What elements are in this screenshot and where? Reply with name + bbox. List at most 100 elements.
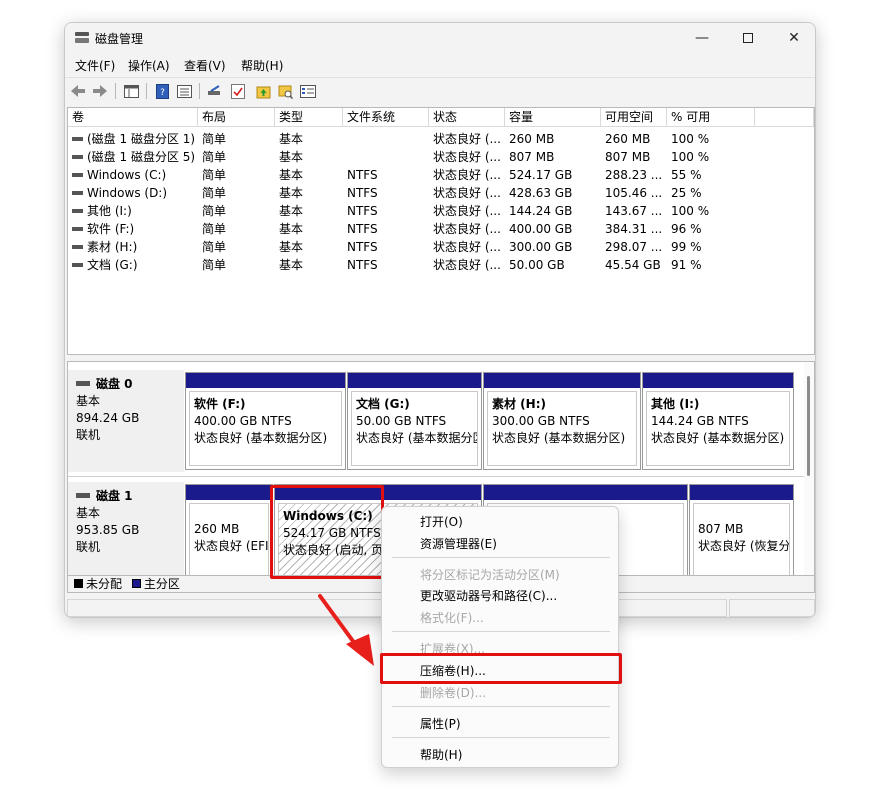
table-row[interactable]: Windows (C:) 简单 基本 NTFS 状态良好 (... 524.17… — [68, 166, 814, 184]
menu-bar: 文件(F) 操作(A) 查看(V) 帮助(H) — [65, 53, 815, 75]
forward-arrow-icon[interactable] — [91, 82, 109, 100]
table-cell: 简单 — [202, 222, 227, 236]
partition-g[interactable]: 文档 (G:) 50.00 GB NTFS 状态良好 (基本数据分区) — [347, 372, 482, 470]
table-cell: 简单 — [202, 132, 227, 146]
legend-unallocated: 未分配 — [86, 577, 123, 591]
table-row[interactable]: (磁盘 1 磁盘分区 5) 简单 基本 状态良好 (... 807 MB 807… — [68, 148, 814, 166]
menu-item-explorer[interactable]: 资源管理器(E) — [420, 535, 497, 552]
table-row[interactable]: (磁盘 1 磁盘分区 1) 简单 基本 状态良好 (... 260 MB 260… — [68, 130, 814, 148]
partition-recovery[interactable]: 807 MB 状态良好 (恢复分 — [689, 484, 794, 576]
partition-i[interactable]: 其他 (I:) 144.24 GB NTFS 状态良好 (基本数据分区) — [642, 372, 794, 470]
table-cell — [347, 148, 427, 166]
table-cell: (磁盘 1 磁盘分区 1) — [87, 132, 196, 146]
partition-size: 260 MB — [194, 522, 240, 536]
maximize-button[interactable] — [725, 23, 771, 53]
toolbar-separator — [115, 83, 116, 99]
partition-status: 状态良好 (基本数据分区) — [194, 431, 328, 445]
menu-item-mark-active[interactable]: 将分区标记为活动分区(M) — [420, 566, 560, 583]
highlight-shrink-volume — [380, 653, 622, 684]
partition-efi[interactable]: 260 MB 状态良好 (EFI — [185, 484, 273, 576]
table-cell: 288.23 ... — [605, 168, 663, 182]
vertical-scrollbar[interactable] — [804, 362, 814, 576]
table-cell: 基本 — [279, 168, 304, 182]
scrollbar-thumb[interactable] — [807, 376, 810, 476]
table-row[interactable]: 其他 (I:) 简单 基本 NTFS 状态良好 (... 144.24 GB 1… — [68, 202, 814, 220]
table-row[interactable]: 文档 (G:) 简单 基本 NTFS 状态良好 (... 50.00 GB 45… — [68, 256, 814, 274]
table-cell: 143.67 ... — [605, 204, 663, 218]
table-cell: 105.46 ... — [605, 186, 663, 200]
menu-item-delete-volume[interactable]: 删除卷(D)... — [420, 684, 486, 701]
volume-icon — [72, 208, 83, 213]
menu-view[interactable]: 查看(V) — [184, 57, 226, 74]
volume-list: 卷 布局 类型 文件系统 状态 容量 可用空间 % 可用 (磁盘 1 磁盘分区 … — [67, 107, 815, 355]
column-header-volume[interactable]: 卷 — [68, 108, 198, 127]
table-cell: 298.07 ... — [605, 240, 663, 254]
folder-up-icon[interactable] — [254, 82, 272, 100]
table-cell: 文档 (G:) — [87, 258, 138, 272]
checklist-icon[interactable] — [229, 82, 247, 100]
menu-item-properties[interactable]: 属性(P) — [420, 715, 461, 732]
menu-item-format[interactable]: 格式化(F)... — [420, 609, 484, 626]
table-cell: 基本 — [279, 258, 304, 272]
table-cell: 状态良好 (... — [433, 240, 501, 254]
partition-bar — [186, 485, 272, 500]
window-title: 磁盘管理 — [95, 32, 144, 46]
help-book-icon[interactable]: ? — [153, 82, 171, 100]
table-cell: 简单 — [202, 240, 227, 254]
partition-status: 状态良好 (恢复分 — [698, 539, 790, 553]
column-header-status[interactable]: 状态 — [429, 108, 505, 127]
column-header-filesystem[interactable]: 文件系统 — [343, 108, 429, 127]
minimize-button[interactable]: — — [679, 23, 725, 53]
disk-name: 磁盘 0 — [96, 377, 133, 391]
column-header-layout[interactable]: 布局 — [198, 108, 275, 127]
table-cell: 状态良好 (... — [433, 204, 501, 218]
disk-0-label[interactable]: 磁盘 0 基本 894.24 GB 联机 — [68, 370, 184, 472]
table-cell: Windows (D:) — [87, 186, 168, 200]
menu-separator — [392, 706, 610, 707]
details-pane-icon[interactable] — [299, 82, 317, 100]
volume-icon — [72, 244, 83, 249]
table-cell: 其他 (I:) — [87, 204, 132, 218]
column-header-filler — [755, 108, 814, 127]
menu-file[interactable]: 文件(F) — [75, 57, 115, 74]
table-row[interactable]: 素材 (H:) 简单 基本 NTFS 状态良好 (... 300.00 GB 2… — [68, 238, 814, 256]
context-menu: 打开(O) 资源管理器(E) 将分区标记为活动分区(M) 更改驱动器号和路径(C… — [381, 506, 619, 768]
title-bar[interactable]: 磁盘管理 — ✕ — [65, 23, 815, 53]
column-header-free-space[interactable]: 可用空间 — [601, 108, 667, 127]
partition-bar — [348, 373, 481, 388]
primary-swatch — [131, 579, 141, 588]
disk-size: 894.24 GB — [76, 411, 140, 425]
partition-h[interactable]: 素材 (H:) 300.00 GB NTFS 状态良好 (基本数据分区) — [483, 372, 641, 470]
menu-item-change-drive-letter[interactable]: 更改驱动器号和路径(C)... — [420, 587, 557, 604]
svg-text:?: ? — [160, 88, 165, 98]
unallocated-swatch — [74, 579, 83, 588]
column-header-percent-free[interactable]: % 可用 — [667, 108, 755, 127]
connect-disk-icon[interactable] — [206, 82, 224, 100]
table-cell: 524.17 GB — [509, 168, 573, 182]
back-arrow-icon[interactable] — [69, 82, 87, 100]
view-pane-icon[interactable] — [122, 82, 140, 100]
menu-item-open[interactable]: 打开(O) — [420, 513, 463, 530]
menu-item-help[interactable]: 帮助(H) — [420, 746, 462, 763]
partition-size: 807 MB — [698, 522, 744, 536]
disk-state: 联机 — [76, 540, 101, 554]
menu-help[interactable]: 帮助(H) — [241, 57, 283, 74]
table-cell: 50.00 GB — [509, 258, 565, 272]
properties-list-icon[interactable] — [175, 82, 193, 100]
table-cell: NTFS — [347, 222, 378, 236]
column-header-capacity[interactable]: 容量 — [505, 108, 601, 127]
partition-name: 软件 (F:) — [194, 397, 246, 411]
table-cell: 96 % — [671, 222, 702, 236]
menu-action[interactable]: 操作(A) — [128, 57, 170, 74]
table-cell: 260 MB — [509, 132, 555, 146]
folder-search-icon[interactable] — [276, 82, 294, 100]
close-button[interactable]: ✕ — [771, 23, 815, 53]
partition-size: 50.00 GB NTFS — [356, 414, 447, 428]
table-row[interactable]: 软件 (F:) 简单 基本 NTFS 状态良好 (... 400.00 GB 3… — [68, 220, 814, 238]
column-header-type[interactable]: 类型 — [275, 108, 343, 127]
table-row[interactable]: Windows (D:) 简单 基本 NTFS 状态良好 (... 428.63… — [68, 184, 814, 202]
table-cell: 25 % — [671, 186, 702, 200]
toolbar-separator — [199, 83, 200, 99]
disk-1-label[interactable]: 磁盘 1 基本 953.85 GB 联机 — [68, 482, 184, 576]
partition-f[interactable]: 软件 (F:) 400.00 GB NTFS 状态良好 (基本数据分区) — [185, 372, 346, 470]
